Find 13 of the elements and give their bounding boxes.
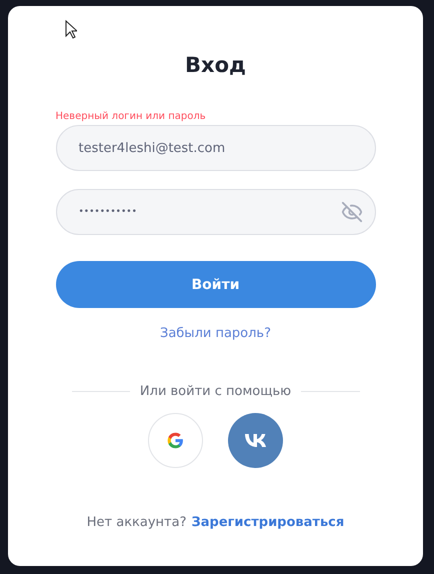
cursor-icon — [65, 20, 77, 39]
vk-logo-icon — [244, 434, 266, 447]
forgot-password-link[interactable]: Забыли пароль? — [160, 326, 271, 341]
error-message: Неверный логин или пароль — [56, 110, 207, 123]
login-field[interactable]: tester4leshi@test.com — [56, 125, 376, 171]
register-link[interactable]: Зарегистрироваться — [192, 515, 344, 530]
page-title: Вход — [185, 52, 246, 79]
no-account-text: Нет аккаунта? — [86, 515, 186, 530]
google-icon — [167, 432, 184, 449]
login-button[interactable]: Войти — [56, 261, 376, 308]
divider-text: Или войти с помощью — [140, 384, 292, 399]
password-field[interactable]: ••••••••••• — [56, 189, 376, 235]
eye-off-icon[interactable] — [340, 201, 362, 223]
